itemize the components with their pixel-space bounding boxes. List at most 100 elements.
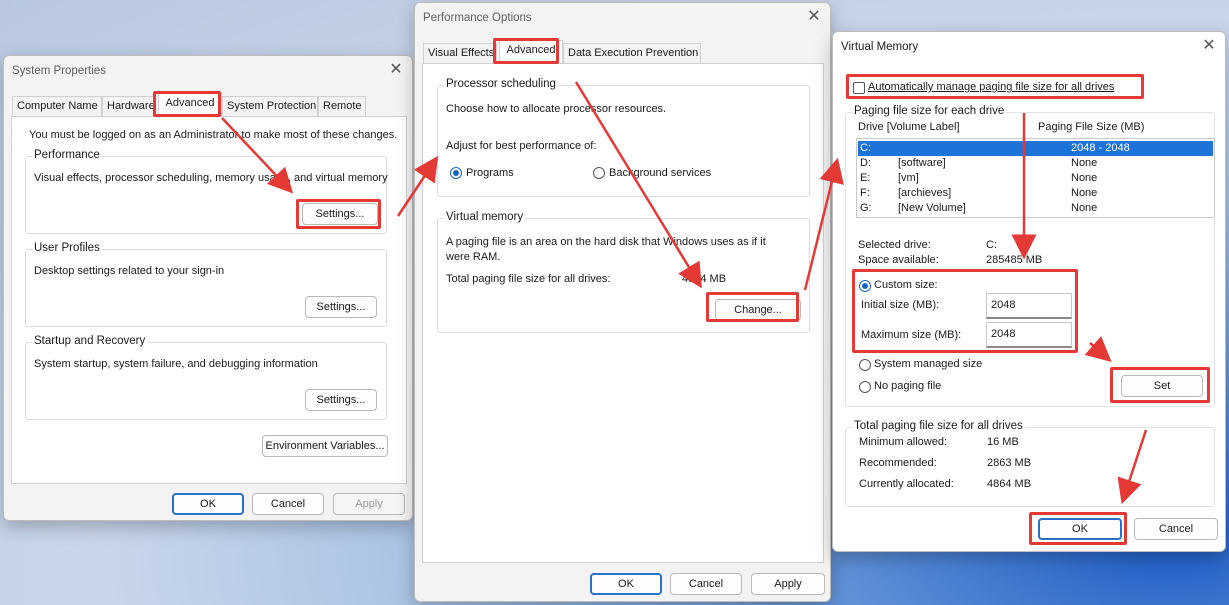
background-services-radio[interactable] [593, 167, 605, 179]
performance-options-window: Performance Options ✕ Visual Effects Adv… [414, 2, 831, 602]
drive-letter: D: [860, 157, 871, 169]
drive-row-g[interactable]: G: [New Volume] None [858, 201, 1213, 216]
adjust-label: Adjust for best performance of: [446, 140, 597, 152]
drive-list[interactable]: C: 2048 - 2048 D: [software] None E: [vm… [856, 138, 1215, 218]
initial-size-label: Initial size (MB): [861, 299, 940, 311]
paging-file-group: Paging file size for each drive Drive [V… [845, 105, 1215, 407]
drive-row-d[interactable]: D: [software] None [858, 156, 1213, 171]
drive-column-header: Drive [Volume Label] [858, 121, 960, 133]
ok-button[interactable]: OK [1038, 518, 1122, 540]
no-paging-label: No paging file [874, 380, 942, 392]
tab-advanced[interactable]: Advanced [158, 93, 222, 116]
drive-size: None [1071, 157, 1098, 169]
maximum-size-label: Maximum size (MB): [861, 329, 962, 341]
vm-total-value: 4864 MB [682, 273, 727, 285]
tab-remote[interactable]: Remote [318, 96, 366, 116]
window-title: Virtual Memory [841, 41, 919, 53]
drive-row-c[interactable]: C: 2048 - 2048 [858, 141, 1213, 156]
advanced-panel: You must be logged on as an Administrato… [11, 116, 407, 484]
drive-row-e[interactable]: E: [vm] None [858, 171, 1213, 186]
processor-desc: Choose how to allocate processor resourc… [446, 103, 667, 115]
environment-variables-button[interactable]: Environment Variables... [262, 435, 388, 457]
advanced-panel: Processor scheduling Choose how to alloc… [422, 63, 824, 563]
currently-allocated-value: 4864 MB [987, 478, 1032, 490]
user-profiles-group: User Profiles Desktop settings related t… [25, 242, 387, 327]
background-services-label: Background services [609, 167, 712, 179]
vm-total-label: Total paging file size for all drives: [446, 273, 611, 285]
close-icon[interactable]: ✕ [1199, 36, 1219, 56]
drive-size: None [1071, 172, 1098, 184]
programs-radio[interactable] [450, 167, 462, 179]
drive-size: None [1071, 187, 1098, 199]
no-paging-radio[interactable] [859, 381, 871, 393]
window-title: System Properties [12, 65, 106, 77]
drive-size: 2048 - 2048 [1071, 142, 1130, 154]
maximum-size-input[interactable]: 2048 [986, 322, 1072, 348]
custom-size-radio[interactable] [859, 280, 871, 292]
initial-size-input[interactable]: 2048 [986, 293, 1072, 319]
virtual-memory-group: Virtual memory A paging file is an area … [437, 211, 810, 333]
space-available-value: 285485 MB [986, 254, 1043, 266]
drive-letter: G: [860, 202, 872, 214]
cancel-button[interactable]: Cancel [670, 573, 742, 595]
processor-scheduling-group: Processor scheduling Choose how to alloc… [437, 78, 810, 197]
virtual-memory-window: Virtual Memory ✕ Automatically manage pa… [832, 31, 1226, 552]
currently-allocated-label: Currently allocated: [859, 478, 954, 490]
user-profiles-label: User Profiles [32, 242, 102, 254]
close-icon[interactable]: ✕ [386, 60, 406, 80]
tab-advanced[interactable]: Advanced [499, 40, 563, 63]
total-paging-label: Total paging file size for all drives [852, 420, 1025, 432]
size-column-header: Paging File Size (MB) [1038, 121, 1145, 133]
title-bar[interactable]: System Properties ✕ [4, 56, 412, 86]
drive-label: [software] [898, 157, 946, 169]
startup-settings-button[interactable]: Settings... [305, 389, 377, 411]
auto-manage-checkbox[interactable] [853, 82, 865, 94]
vm-desc-line1: A paging file is an area on the hard dis… [446, 236, 766, 248]
cancel-button[interactable]: Cancel [1134, 518, 1218, 540]
apply-button[interactable]: Apply [333, 493, 405, 515]
system-managed-label: System managed size [874, 358, 983, 370]
space-available-label: Space available: [858, 254, 939, 266]
drive-size: None [1071, 202, 1098, 214]
drive-row-f[interactable]: F: [archieves] None [858, 186, 1213, 201]
tab-visual-effects[interactable]: Visual Effects [423, 43, 497, 63]
apply-button[interactable]: Apply [751, 573, 825, 595]
custom-size-label: Custom size: [874, 279, 938, 291]
drive-label: [New Volume] [898, 202, 966, 214]
title-bar[interactable]: Performance Options ✕ [415, 3, 830, 33]
startup-recovery-label: Startup and Recovery [32, 335, 148, 347]
drive-label: [vm] [898, 172, 919, 184]
total-paging-group: Total paging file size for all drives Mi… [845, 420, 1215, 507]
tab-system-protection[interactable]: System Protection [222, 96, 318, 116]
selected-drive-value: C: [986, 239, 997, 251]
tab-computer-name[interactable]: Computer Name [12, 96, 102, 116]
ok-button[interactable]: OK [172, 493, 244, 515]
virtual-memory-label: Virtual memory [444, 211, 526, 223]
set-button[interactable]: Set [1121, 375, 1203, 397]
window-title: Performance Options [423, 12, 532, 24]
cancel-button[interactable]: Cancel [252, 493, 324, 515]
recommended-label: Recommended: [859, 457, 937, 469]
processor-scheduling-label: Processor scheduling [444, 78, 558, 90]
user-profiles-settings-button[interactable]: Settings... [305, 296, 377, 318]
change-button[interactable]: Change... [715, 299, 801, 321]
selected-drive-label: Selected drive: [858, 239, 931, 251]
tab-hardware[interactable]: Hardware [102, 96, 156, 116]
user-profiles-desc: Desktop settings related to your sign-in [34, 265, 225, 277]
startup-recovery-group: Startup and Recovery System startup, sys… [25, 335, 387, 420]
minimum-allowed-value: 16 MB [987, 436, 1019, 448]
performance-settings-button[interactable]: Settings... [302, 203, 378, 225]
drive-letter: E: [860, 172, 871, 184]
minimum-allowed-label: Minimum allowed: [859, 436, 948, 448]
close-icon[interactable]: ✕ [804, 7, 824, 27]
drive-letter: C: [860, 142, 871, 154]
title-bar[interactable]: Virtual Memory ✕ [833, 32, 1225, 62]
performance-group: Performance Visual effects, processor sc… [25, 149, 388, 234]
ok-button[interactable]: OK [590, 573, 662, 595]
tab-strip: Visual Effects Advanced Data Execution P… [423, 40, 823, 63]
tab-data-execution-prevention[interactable]: Data Execution Prevention [563, 43, 701, 63]
system-managed-radio[interactable] [859, 359, 871, 371]
drive-label: [archieves] [898, 187, 952, 199]
vm-desc-line2: were RAM. [446, 251, 501, 263]
programs-label: Programs [466, 167, 514, 179]
